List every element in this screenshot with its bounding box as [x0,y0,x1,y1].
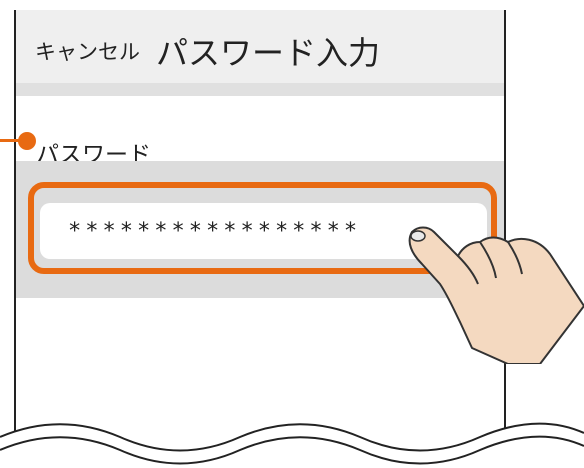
pointing-hand-icon [408,226,584,364]
page-title: パスワード入力 [156,34,381,72]
cancel-button[interactable]: キャンセル [35,36,140,66]
callout-dot-icon [18,132,36,150]
header-bar: キャンセル パスワード入力 [16,10,504,84]
wave-divider [0,422,584,468]
header-divider [16,83,504,96]
